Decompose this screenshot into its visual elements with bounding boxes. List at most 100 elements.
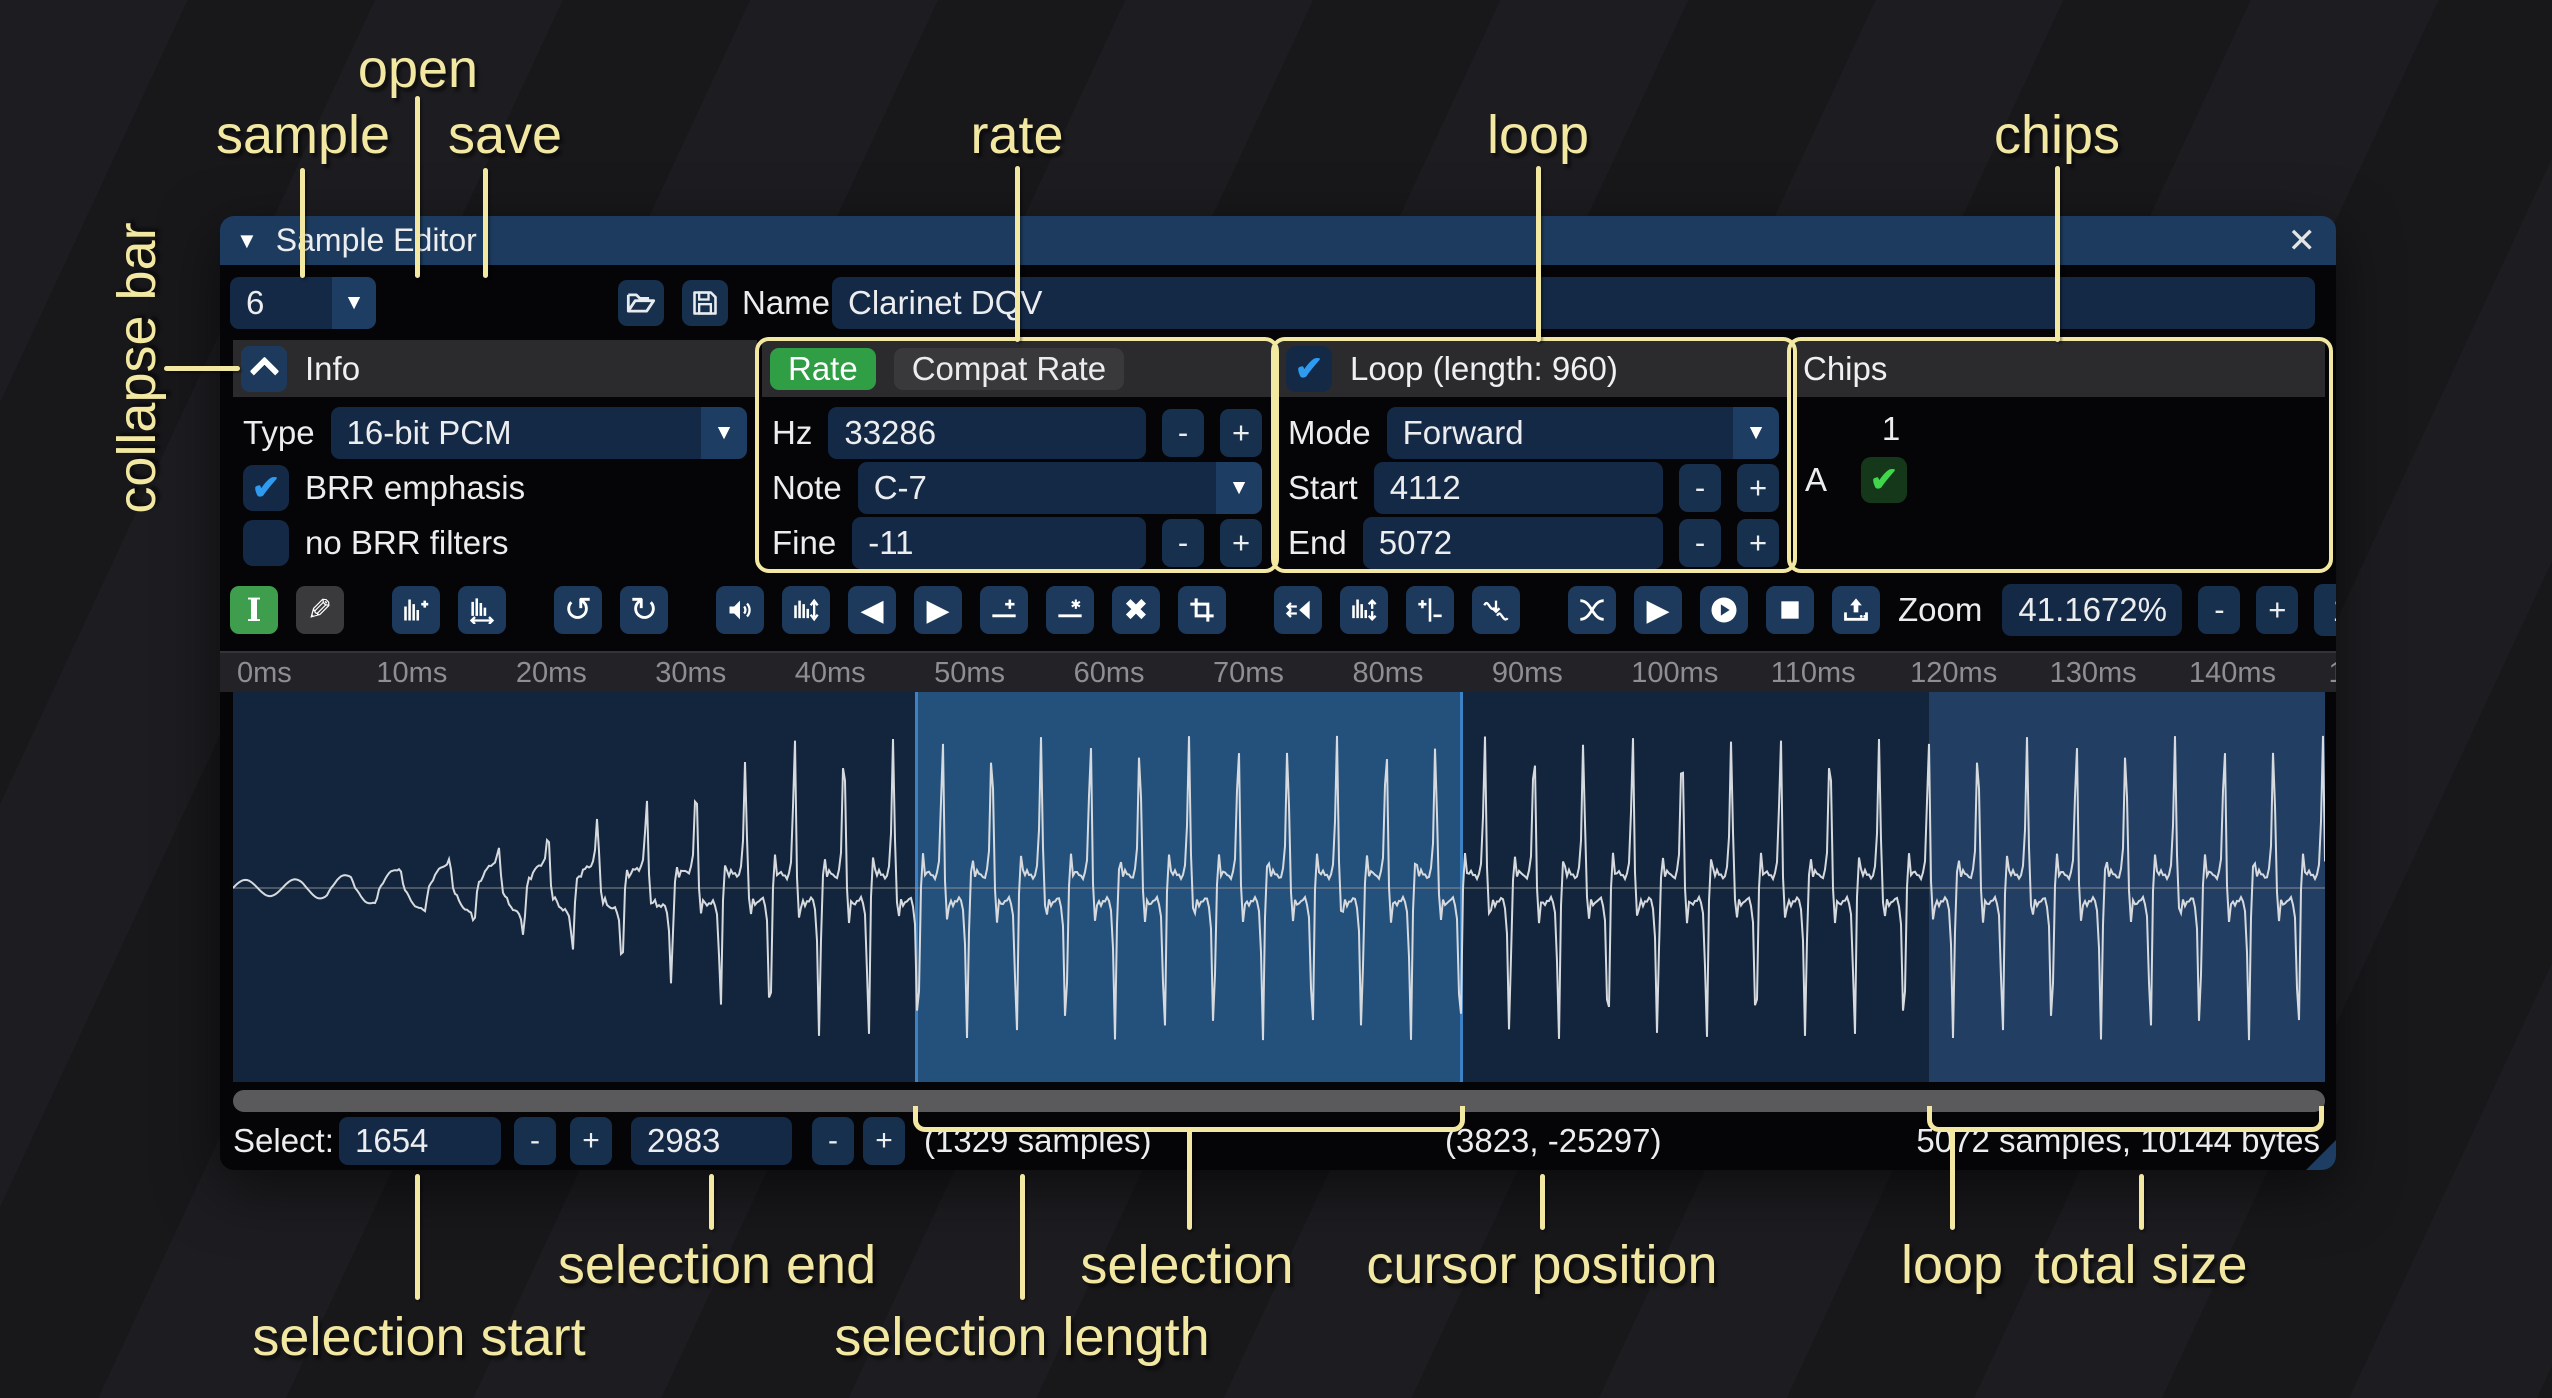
fine-increment-button[interactable]: + bbox=[1220, 519, 1262, 567]
delete-button[interactable]: ✖ bbox=[1112, 586, 1160, 634]
no-brr-filters-checkbox[interactable] bbox=[243, 520, 289, 566]
hz-increment-button[interactable]: + bbox=[1220, 409, 1262, 457]
total-size-connector-line bbox=[2139, 1174, 2144, 1230]
annotation-loop-bottom: loop bbox=[1901, 1234, 2003, 1296]
undo-button[interactable]: ↺ bbox=[554, 586, 602, 634]
filter-button[interactable] bbox=[1472, 586, 1520, 634]
sample-number-select[interactable]: 6 ▼ bbox=[230, 277, 376, 329]
apply-silence-button[interactable] bbox=[1046, 586, 1094, 634]
name-row: 6 ▼ Name Clarinet DQV bbox=[220, 277, 2326, 329]
save-sample-button[interactable] bbox=[682, 280, 728, 326]
selection-start-connector-line bbox=[415, 1174, 420, 1300]
tab-rate-label: Rate bbox=[788, 350, 858, 388]
ruler-tick-label: 140ms bbox=[2189, 657, 2276, 690]
hz-decrement-button[interactable]: - bbox=[1162, 409, 1204, 457]
loop-start-decrement-button[interactable]: - bbox=[1679, 464, 1721, 512]
zoom-reset-button[interactable]: 100% bbox=[2314, 584, 2336, 636]
amplify-button[interactable] bbox=[716, 586, 764, 634]
annotation-sample: sample bbox=[216, 104, 390, 166]
waveform-scrollbar[interactable] bbox=[233, 1090, 2325, 1112]
zoom-input[interactable]: 41.1672% bbox=[2002, 584, 2182, 636]
reverse-button[interactable] bbox=[1274, 586, 1322, 634]
sign-button[interactable] bbox=[1406, 586, 1454, 634]
fade-out-button[interactable]: ▶ bbox=[914, 586, 962, 634]
window-titlebar: ▼ Sample Editor ✕ bbox=[220, 216, 2336, 265]
fine-input[interactable]: -11 bbox=[852, 517, 1146, 569]
draw-mode-button[interactable]: ✎ bbox=[296, 586, 344, 634]
apply-silence-icon bbox=[1056, 596, 1084, 624]
trim-button[interactable] bbox=[1178, 586, 1226, 634]
ruler-tick-label: 50ms bbox=[934, 657, 1005, 690]
loop-end-label: End bbox=[1288, 524, 1347, 562]
invert-button[interactable] bbox=[1340, 586, 1388, 634]
type-select[interactable]: 16-bit PCM ▼ bbox=[331, 407, 747, 459]
play-position-button[interactable] bbox=[1700, 586, 1748, 634]
cursor-position-text: (3823, -25297) bbox=[1445, 1116, 1661, 1166]
close-icon[interactable]: ✕ bbox=[2288, 221, 2317, 261]
loop-panel: ✔ Loop (length: 960) Mode Forward ▼ Star… bbox=[1278, 340, 1789, 568]
note-select[interactable]: C-7 ▼ bbox=[858, 462, 1262, 514]
open-sample-button[interactable] bbox=[618, 280, 664, 326]
tab-rate[interactable]: Rate bbox=[770, 348, 876, 390]
redo-button[interactable]: ↻ bbox=[620, 586, 668, 634]
ruler-tick-label: 30ms bbox=[655, 657, 726, 690]
ruler-tick-label: 80ms bbox=[1352, 657, 1423, 690]
resize-button[interactable] bbox=[392, 586, 440, 634]
stop-button[interactable] bbox=[1766, 586, 1814, 634]
cursor-position-connector-line bbox=[1540, 1174, 1545, 1230]
sample-name-input[interactable]: Clarinet DQV bbox=[832, 277, 2315, 329]
select-label: Select: bbox=[233, 1116, 334, 1166]
loop-end-increment-button[interactable]: + bbox=[1737, 519, 1779, 567]
reverse-icon bbox=[1284, 596, 1312, 624]
zoom-in-button[interactable]: + bbox=[2256, 586, 2298, 634]
loop-mode-label: Mode bbox=[1288, 414, 1371, 452]
scrollbar-thumb[interactable] bbox=[233, 1090, 2325, 1112]
brr-emphasis-checkbox[interactable]: ✔ bbox=[243, 465, 289, 511]
check-icon: ✔ bbox=[1870, 460, 1899, 500]
fade-out-icon: ▶ bbox=[926, 593, 949, 628]
loop-panel-header: Loop (length: 960) bbox=[1350, 350, 1618, 388]
loop-start-input[interactable]: 4112 bbox=[1374, 462, 1663, 514]
selection-start-increment-button[interactable]: + bbox=[570, 1117, 612, 1165]
sign-icon bbox=[1416, 596, 1444, 624]
fade-in-button[interactable]: ◀ bbox=[848, 586, 896, 634]
collapse-info-button[interactable] bbox=[241, 346, 287, 392]
no-brr-filters-label: no BRR filters bbox=[305, 524, 509, 562]
tab-compat-rate[interactable]: Compat Rate bbox=[894, 348, 1124, 390]
zoom-out-button[interactable]: - bbox=[2198, 586, 2240, 634]
pencil-icon: ✎ bbox=[307, 593, 332, 628]
normalize-button[interactable] bbox=[782, 586, 830, 634]
create-wavetable-button[interactable] bbox=[1832, 586, 1880, 634]
crossfade-button[interactable] bbox=[1568, 586, 1616, 634]
loop-start-label: Start bbox=[1288, 469, 1358, 507]
waveform-trace bbox=[233, 692, 2325, 1082]
time-ruler[interactable]: 0ms10ms20ms30ms40ms50ms60ms70ms80ms90ms1… bbox=[220, 651, 2336, 692]
resample-button[interactable] bbox=[458, 586, 506, 634]
preview-button[interactable]: ▶ bbox=[1634, 586, 1682, 634]
selection-end-increment-button[interactable]: + bbox=[863, 1117, 905, 1165]
sample-editor-window: ▼ Sample Editor ✕ 6 ▼ bbox=[220, 216, 2336, 1170]
loop-start-increment-button[interactable]: + bbox=[1737, 464, 1779, 512]
rate-panel: Rate Compat Rate Hz 33286 - + Note C-7 ▼ bbox=[762, 340, 1272, 568]
selection-end-decrement-button[interactable]: - bbox=[812, 1117, 854, 1165]
selection-end-input[interactable]: 2983 bbox=[631, 1117, 792, 1165]
loop-enable-checkbox[interactable]: ✔ bbox=[1286, 346, 1332, 392]
tab-compat-rate-label: Compat Rate bbox=[912, 350, 1106, 388]
loop-end-decrement-button[interactable]: - bbox=[1679, 519, 1721, 567]
select-mode-button[interactable]: I bbox=[230, 586, 278, 634]
collapse-triangle-icon[interactable]: ▼ bbox=[236, 228, 258, 254]
loop-mode-select[interactable]: Forward ▼ bbox=[1387, 407, 1779, 459]
upload-icon bbox=[1842, 596, 1870, 624]
annotation-selection-length: selection length bbox=[834, 1306, 1209, 1368]
insert-silence-button[interactable] bbox=[980, 586, 1028, 634]
resize-grip[interactable] bbox=[2306, 1140, 2336, 1170]
loop-end-input[interactable]: 5072 bbox=[1363, 517, 1663, 569]
selection-start-input[interactable]: 1654 bbox=[339, 1117, 501, 1165]
waveform-display[interactable] bbox=[233, 692, 2325, 1082]
hz-input[interactable]: 33286 bbox=[828, 407, 1146, 459]
fine-decrement-button[interactable]: - bbox=[1162, 519, 1204, 567]
selection-start-decrement-button[interactable]: - bbox=[514, 1117, 556, 1165]
documentation-figure: ▼ Sample Editor ✕ 6 ▼ bbox=[0, 0, 2552, 1398]
chip-a1-checkbox[interactable]: ✔ bbox=[1861, 457, 1907, 503]
annotation-save: save bbox=[448, 104, 562, 166]
